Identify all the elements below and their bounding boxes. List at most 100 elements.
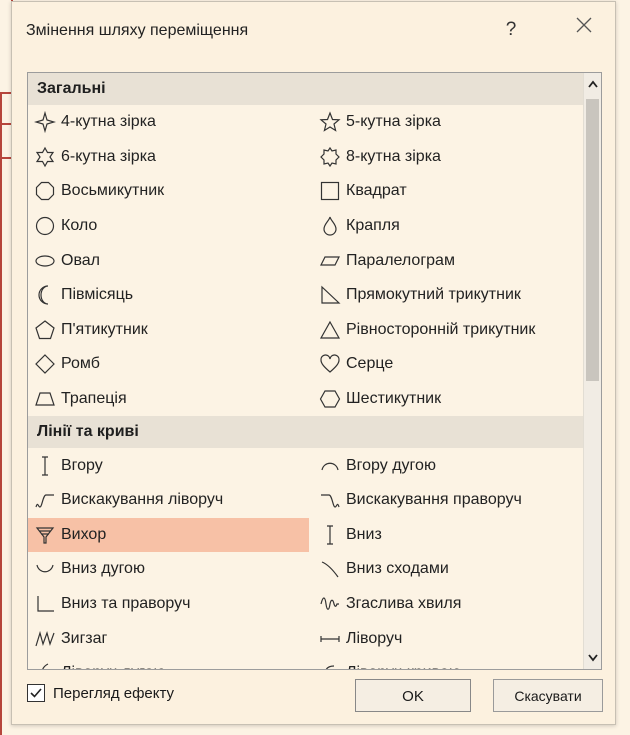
group-header: Загальні xyxy=(28,73,584,105)
motion-path-label: Вниз дугою xyxy=(61,560,145,578)
motion-path-item[interactable]: Трапеція xyxy=(28,382,309,417)
list-row: Коло Крапля xyxy=(28,209,584,244)
motion-path-label: Вниз та праворуч xyxy=(61,595,191,613)
motion-path-label: Вгору дугою xyxy=(346,456,436,474)
list-scrollbar[interactable] xyxy=(583,73,601,669)
star8-icon xyxy=(319,146,341,168)
motion-path-item[interactable]: Півмісяць xyxy=(28,278,309,313)
motion-path-label: Коло xyxy=(61,217,98,235)
motion-path-label: П'ятикутник xyxy=(61,320,148,338)
motion-path-item[interactable]: Ліворуч кривою xyxy=(309,656,584,669)
close-button[interactable] xyxy=(570,16,598,44)
motion-path-item[interactable]: Прямокутний трикутник xyxy=(309,278,584,313)
motion-path-label: Вискакування праворуч xyxy=(346,491,522,509)
arc-up-icon xyxy=(319,455,341,477)
checkbox-box[interactable] xyxy=(27,684,45,702)
hexagon-icon xyxy=(319,388,341,410)
motion-path-label: Овал xyxy=(61,251,100,269)
motion-path-item[interactable]: Вниз xyxy=(309,518,584,553)
close-icon xyxy=(575,17,593,38)
background-document-edge xyxy=(0,0,2,735)
motion-path-item[interactable]: Вискакування ліворуч xyxy=(28,483,309,518)
change-motion-path-dialog: Змінення шляху переміщення ? Загальні 4-к… xyxy=(11,1,616,725)
list-row: Півмісяць Прямокутний трикутник xyxy=(28,278,584,313)
line-up-icon xyxy=(34,455,56,477)
scroll-down-button[interactable] xyxy=(584,647,601,669)
motion-path-item[interactable]: Вгору xyxy=(28,448,309,483)
oval-icon xyxy=(34,250,56,272)
motion-path-label: Ліворуч кривою xyxy=(346,664,461,669)
scrollbar-thumb[interactable] xyxy=(586,99,599,381)
motion-path-label: Паралелограм xyxy=(346,251,455,269)
motion-path-label: Ліворуч дугою xyxy=(61,664,166,669)
motion-path-item[interactable]: Коло xyxy=(28,209,309,244)
list-row: 6-кутна зірка 8-кутна зірка xyxy=(28,140,584,175)
octagon-icon xyxy=(34,180,56,202)
motion-path-item[interactable]: 4-кутна зірка xyxy=(28,105,309,140)
decaying-wave-icon xyxy=(319,593,341,615)
motion-path-item[interactable]: 8-кутна зірка xyxy=(309,140,584,175)
zigzag-icon xyxy=(34,628,56,650)
motion-path-label: Зигзаг xyxy=(61,629,108,647)
motion-path-label: Вниз сходами xyxy=(346,560,449,578)
motion-path-item[interactable]: Ліворуч xyxy=(309,621,584,656)
list-row: Восьмикутник Квадрат xyxy=(28,174,584,209)
motion-path-item[interactable]: П'ятикутник xyxy=(28,313,309,348)
motion-path-item[interactable]: Восьмикутник xyxy=(28,174,309,209)
ok-button[interactable]: OK xyxy=(355,679,471,712)
group-header: Лінії та криві xyxy=(28,416,584,449)
bounce-left-icon xyxy=(34,489,56,511)
scroll-up-button[interactable] xyxy=(584,73,601,95)
diamond-icon xyxy=(34,353,56,375)
motion-path-item[interactable]: Крапля xyxy=(309,209,584,244)
motion-path-item[interactable]: Овал xyxy=(28,243,309,278)
motion-path-item[interactable]: Ромб xyxy=(28,347,309,382)
motion-path-label: Восьмикутник xyxy=(61,182,165,200)
motion-path-item[interactable]: 5-кутна зірка xyxy=(309,105,584,140)
dialog-title: Змінення шляху переміщення xyxy=(26,22,249,39)
equilateral-triangle-icon xyxy=(319,319,341,341)
motion-path-item[interactable]: Вгору дугою xyxy=(309,448,584,483)
motion-path-list-content: Загальні 4-кутна зірка 5-кутна зірка 6-кутн… xyxy=(28,73,584,669)
funnel-icon xyxy=(34,524,56,546)
list-row: Ромб Серце xyxy=(28,347,584,382)
chevron-up-icon xyxy=(587,80,599,99)
motion-path-item[interactable]: Серце xyxy=(309,347,584,382)
curve-left-icon xyxy=(319,662,341,669)
motion-path-item[interactable]: Вниз сходами xyxy=(309,552,584,587)
preview-effect-checkbox[interactable]: Перегляд ефекту xyxy=(27,684,174,702)
motion-path-item[interactable]: Згаслива хвиля xyxy=(309,587,584,622)
cancel-button[interactable]: Скасувати xyxy=(493,679,603,712)
list-row: Вниз та праворуч Згаслива хвиля xyxy=(28,587,584,622)
motion-path-item[interactable]: Рівносторонній трикутник xyxy=(309,313,584,348)
motion-path-item[interactable]: Квадрат xyxy=(309,174,584,209)
list-row: Вихор Вниз xyxy=(28,517,584,553)
chevron-down-icon xyxy=(587,654,599,669)
motion-path-label: 5-кутна зірка xyxy=(346,113,441,131)
motion-path-label: Крапля xyxy=(346,217,400,235)
motion-path-label: Прямокутний трикутник xyxy=(346,286,521,304)
dialog-titlebar: Змінення шляху переміщення ? xyxy=(12,2,615,60)
motion-path-item[interactable]: Ліворуч дугою xyxy=(28,656,309,669)
line-down-icon xyxy=(319,524,341,546)
list-row: 4-кутна зірка 5-кутна зірка xyxy=(28,105,584,140)
pentagon-icon xyxy=(34,319,56,341)
motion-path-label: 8-кутна зірка xyxy=(346,147,441,165)
motion-path-label: 6-кутна зірка xyxy=(61,147,156,165)
motion-path-label: Вихор xyxy=(61,525,107,543)
down-right-icon xyxy=(34,593,56,615)
motion-path-item[interactable]: Вниз дугою xyxy=(28,552,309,587)
motion-path-label: Півмісяць xyxy=(61,286,134,304)
motion-path-item[interactable]: Паралелограм xyxy=(309,243,584,278)
motion-path-label: Серце xyxy=(346,355,394,373)
motion-path-item[interactable]: Вниз та праворуч xyxy=(28,587,309,622)
list-row: Вниз дугою Вниз сходами xyxy=(28,552,584,587)
motion-path-item[interactable]: Зигзаг xyxy=(28,621,309,656)
motion-path-item[interactable]: 6-кутна зірка xyxy=(28,140,309,175)
arc-left-icon xyxy=(34,662,56,669)
motion-path-list[interactable]: Загальні 4-кутна зірка 5-кутна зірка 6-кутн… xyxy=(27,72,602,670)
help-button[interactable]: ? xyxy=(498,16,524,44)
motion-path-item[interactable]: Шестикутник xyxy=(309,382,584,417)
motion-path-item[interactable]: Вихор xyxy=(28,517,309,553)
motion-path-item[interactable]: Вискакування праворуч xyxy=(309,483,584,518)
